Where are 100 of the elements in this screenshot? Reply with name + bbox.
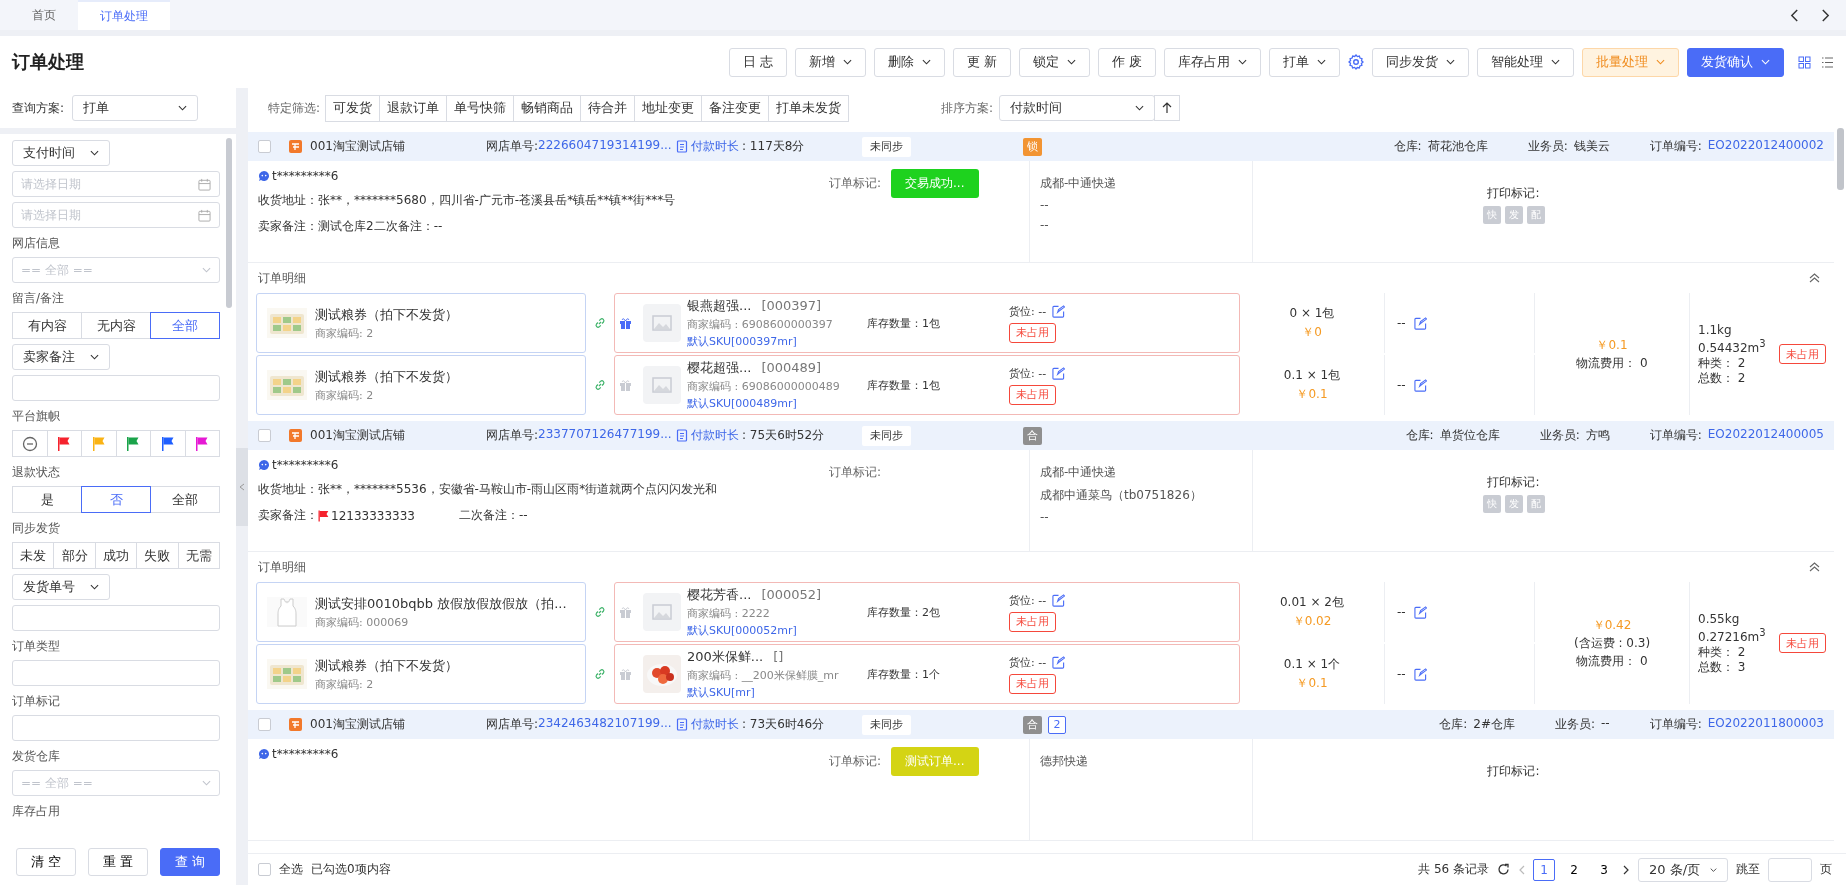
input-field[interactable] [12,375,220,401]
input-field[interactable] [12,715,220,741]
filter-chip[interactable]: 单号快筛 [446,94,515,122]
toolbar-button[interactable]: 更 新 [952,47,1011,77]
sku-link[interactable]: 默认SKU[000052mr] [687,623,867,638]
product-card[interactable]: 银燕超强... [000397] 商家编码 : 6908600000397 默认SKU[000397mr] 库存数量：1包 货位: -- 未占用 [614,293,1240,353]
toolbar-button[interactable]: 作 废 [1097,47,1156,77]
edit-icon[interactable] [1052,304,1066,318]
sidebar-button[interactable]: 清 空 [16,848,76,876]
page-button[interactable]: 1 [1533,858,1555,881]
edit-icon[interactable] [1413,667,1427,681]
toolbar-button[interactable]: 智能处理 [1477,47,1574,77]
segment-option[interactable]: 未发 [12,542,55,569]
grid-view-icon[interactable] [1798,55,1811,69]
page-button[interactable]: 3 [1593,858,1615,881]
toolbar-button[interactable]: 新增 [794,47,866,77]
segment-option[interactable]: 无需 [177,542,221,569]
source-item-card[interactable]: 测试安排0010bqbb 放假放假放假放（拍... 商家编码: 000069 [256,582,586,642]
chevron-right-icon[interactable] [1821,9,1830,22]
toolbar-button[interactable]: 发货确认 [1687,47,1784,77]
toolbar-button[interactable]: 同步发货 [1372,47,1469,77]
chevron-left-icon[interactable] [1790,9,1799,22]
page-tab[interactable]: 首页 [10,0,78,30]
toolbar-button[interactable]: 库存占用 [1164,47,1261,77]
chat-icon[interactable] [258,459,270,471]
filter-chip[interactable]: 可发货 [325,94,381,122]
filter-chip[interactable]: 待合并 [580,94,636,122]
link-icon[interactable] [594,379,606,391]
shop-order-link[interactable]: 2342463482107199... [538,716,672,733]
order-number-link[interactable]: EO2022012400005 [1707,427,1824,444]
source-item-card[interactable]: 测试粮券（拍下不发货） 商家编码: 2 [256,644,586,704]
shop-order-link[interactable]: 2226604719314199... [538,138,672,155]
flag-option[interactable] [46,430,82,457]
filter-dropdown[interactable]: 卖家备注 [12,344,110,370]
list-view-icon[interactable] [1821,55,1834,69]
flag-option[interactable] [115,430,151,457]
edit-icon[interactable] [1413,316,1427,330]
segment-option[interactable]: 有内容 [12,312,82,339]
chat-icon[interactable] [258,170,270,182]
product-card[interactable]: 200米保鲜... [] 商家编码 : __200米保鲜膜_mr 默认SKU[mr] 库存数量：1个 货位: -- 未占用 [614,644,1240,704]
scheme-dropdown[interactable]: 打单 [72,95,199,121]
source-item-card[interactable]: 测试粮券（拍下不发货） 商家编码: 2 [256,293,586,353]
checkbox[interactable] [258,429,271,442]
scrollbar[interactable] [226,138,232,308]
link-icon[interactable] [594,317,606,329]
scrollbar[interactable] [1837,128,1844,190]
page-input[interactable] [1768,857,1812,882]
shop-order-link[interactable]: 2337707126477199... [538,427,672,444]
toolbar-button[interactable]: 日 志 [728,47,787,77]
input-field[interactable] [12,660,220,686]
collapse-icon[interactable] [1809,273,1820,283]
edit-icon[interactable] [1052,655,1066,669]
filter-chip[interactable]: 畅销商品 [513,94,582,122]
edit-icon[interactable] [1413,605,1427,619]
checkbox[interactable] [258,863,271,876]
chevron-right-icon[interactable] [1623,864,1630,875]
segment-option[interactable]: 全部 [150,486,220,513]
input-field[interactable] [12,605,220,631]
sku-link[interactable]: 默认SKU[000489mr] [687,396,867,411]
order-number-link[interactable]: EO2022012400002 [1707,138,1824,155]
flag-option[interactable] [150,430,186,457]
filter-chip[interactable]: 地址变更 [634,94,703,122]
page-size-dropdown[interactable]: 20 条/页 [1638,857,1728,882]
flag-option[interactable] [184,430,220,457]
source-item-card[interactable]: 测试粮券（拍下不发货） 商家编码: 2 [256,355,586,415]
filter-dropdown[interactable]: 支付时间 [12,140,110,166]
sidebar-button[interactable]: 查 询 [160,848,220,876]
segment-option[interactable]: 失败 [136,542,179,569]
settings-icon[interactable] [1348,54,1364,70]
refresh-icon[interactable] [1497,863,1510,876]
filter-dropdown[interactable]: 发货单号 [12,574,110,600]
filter-chip[interactable]: 备注变更 [701,94,770,122]
product-card[interactable]: 樱花超强... [000489] 商家编码 : 69086000000489 默认SKU[000489mr] 库存数量：1包 货位: -- 未占用 [614,355,1240,415]
segment-option[interactable]: 是 [12,486,82,513]
segment-option[interactable]: 否 [81,486,151,513]
link-icon[interactable] [594,606,606,618]
segment-option[interactable]: 部分 [53,542,96,569]
checkbox[interactable] [258,140,271,153]
segment-option[interactable]: 无内容 [81,312,151,339]
edit-icon[interactable] [1052,593,1066,607]
filter-chip[interactable]: 退款订单 [379,94,448,122]
edit-icon[interactable] [1052,366,1066,380]
order-number-link[interactable]: EO2022011800003 [1707,716,1824,733]
checkbox[interactable] [258,718,271,731]
page-tab[interactable]: 订单处理 [78,0,170,30]
toolbar-button[interactable]: 打单 [1269,47,1340,77]
no-flag-option[interactable] [12,430,48,457]
segment-option[interactable]: 成功 [94,542,138,569]
chat-icon[interactable] [258,748,270,760]
segment-option[interactable]: 全部 [150,312,220,339]
toolbar-button[interactable]: 删除 [873,47,945,77]
link-icon[interactable] [594,668,606,680]
toolbar-button[interactable]: 锁定 [1018,47,1090,77]
edit-icon[interactable] [1413,378,1427,392]
sort-dropdown[interactable]: 付款时间 [999,95,1156,121]
sku-link[interactable]: 默认SKU[000397mr] [687,334,867,349]
collapse-icon[interactable] [1809,562,1820,572]
sidebar-button[interactable]: 重 置 [88,848,148,876]
collapse-handle[interactable] [236,447,248,526]
sort-direction-button[interactable] [1154,95,1181,121]
